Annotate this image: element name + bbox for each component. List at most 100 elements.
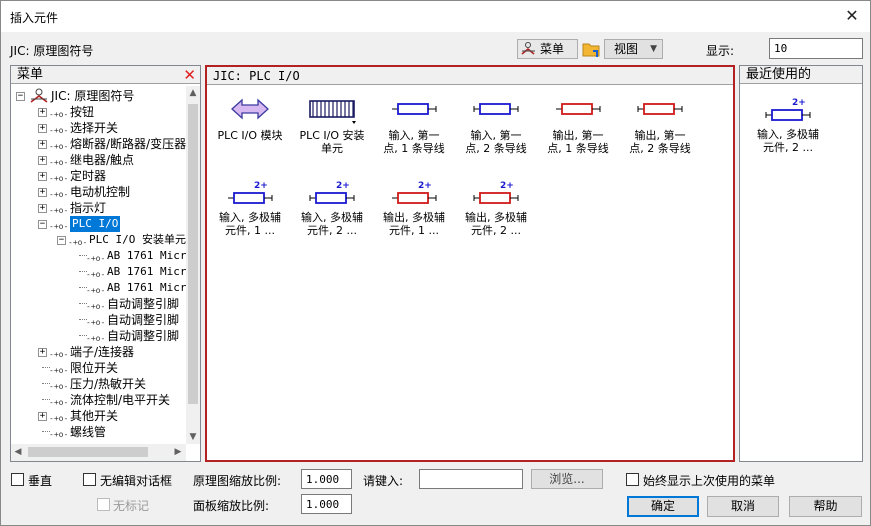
tree-item[interactable]: -+o- 自动调整引脚: [11, 296, 186, 312]
symbol-item-label: 输出, 多极辅 元件, 2 ...: [465, 211, 527, 237]
key-in-label: 请键入:: [363, 474, 404, 488]
cancel-button[interactable]: 取消: [707, 496, 779, 517]
menu-icon: [521, 42, 537, 56]
scroll-thumb[interactable]: [188, 104, 198, 404]
recent-list: 2+ 输入, 多极辅 元件, 2 ...: [740, 86, 862, 461]
panel-scale-input[interactable]: 1.000: [301, 494, 352, 514]
chevron-down-icon: ▼: [650, 44, 657, 54]
symbol-item-label: 输入, 第一 点, 2 条导线: [465, 129, 527, 155]
close-panel-icon[interactable]: ✕: [183, 66, 196, 84]
expand-icon[interactable]: +: [38, 108, 47, 117]
schematic-scale-input[interactable]: 1.000: [301, 469, 352, 489]
menu-tree: − JIC: 原理图符号 + -+o- 按钮 + -+o- 选择开关 + -+o- 熔断器/断路器/…: [11, 86, 186, 444]
tree-vertical-scrollbar[interactable]: ▲ ▼: [186, 86, 200, 444]
tree-item[interactable]: + -+o- 指示灯: [11, 200, 186, 216]
ok-button[interactable]: 确定: [627, 496, 699, 517]
tree-item[interactable]: -+o- 螺线管: [11, 424, 186, 440]
symbol-item[interactable]: 2+ 输出, 多极辅 元件, 2 ...: [455, 175, 537, 253]
symbol-item[interactable]: 输入, 第一 点, 2 条导线: [455, 93, 537, 171]
symbol-item[interactable]: PLC I/O 安装 单元: [291, 93, 373, 171]
symbol-gallery-panel: JIC: PLC I/O PLC I/O 模块 PLC I/O 安装 单元 输入, …: [205, 65, 735, 462]
symbol-item-label: 输入, 多极辅 元件, 2 ...: [301, 211, 363, 237]
collapse-icon[interactable]: −: [57, 236, 66, 245]
input-multipole-1-icon: 2+: [209, 179, 291, 212]
tree-item-label: 螺线管: [70, 425, 107, 439]
scroll-up-icon[interactable]: ▲: [186, 86, 200, 100]
expand-icon[interactable]: +: [38, 204, 47, 213]
tree-item[interactable]: + -+o- 选择开关: [11, 120, 186, 136]
no-tag-checkbox[interactable]: [97, 498, 110, 511]
scroll-left-icon[interactable]: ◀: [11, 445, 25, 459]
collapse-icon[interactable]: −: [38, 220, 47, 229]
tree-item[interactable]: − -+o- PLC I/O: [11, 216, 186, 232]
menu-tree-panel: 菜单 ✕ − JIC: 原理图符号 + -+o- 按钮 + -+o- 选择开关 + -+o- 熔断器…: [10, 65, 201, 462]
vertical-label: 垂直: [28, 474, 53, 488]
tree-item[interactable]: -+o- 压力/热敏开关: [11, 376, 186, 392]
tree-item[interactable]: -+o- 自动调整引脚: [11, 328, 186, 344]
symbol-item-label: 输出, 多极辅 元件, 1 ...: [383, 211, 445, 237]
tree-item[interactable]: + -+o- 端子/连接器: [11, 344, 186, 360]
always-show-last-menu-checkbox[interactable]: [626, 473, 639, 486]
tree-item[interactable]: + -+o- 继电器/触点: [11, 152, 186, 168]
tree-item[interactable]: -+o- AB 1761 Micro: [11, 248, 186, 264]
tree-item[interactable]: -+o- 流体控制/电平开关: [11, 392, 186, 408]
expand-icon[interactable]: +: [38, 348, 47, 357]
expand-icon[interactable]: +: [38, 172, 47, 181]
tree-item-label: 流体控制/电平开关: [70, 393, 171, 407]
symbol-item-label: 输入, 多极辅 元件, 1 ...: [219, 211, 281, 237]
panel-scale-label: 面板缩放比例:: [193, 499, 270, 513]
tree-item[interactable]: -+o- 自动调整引脚: [11, 312, 186, 328]
expand-icon[interactable]: +: [38, 124, 47, 133]
tree-item[interactable]: − -+o- PLC I/O 安装单元: [11, 232, 186, 248]
close-icon[interactable]: ✕: [840, 5, 864, 27]
tree-item[interactable]: + -+o- 其他开关: [11, 408, 186, 424]
vertical-checkbox[interactable]: [11, 473, 24, 486]
tree-item[interactable]: − JIC: 原理图符号: [11, 88, 186, 104]
tree-item-label: 自动调整引脚: [107, 313, 180, 327]
recently-used-panel: 最近使用的 2+ 输入, 多极辅 元件, 2 ...: [739, 65, 863, 462]
expand-icon[interactable]: +: [38, 156, 47, 165]
tree-item-label: 自动调整引脚: [107, 329, 180, 343]
symbol-item[interactable]: PLC I/O 模块: [209, 93, 291, 171]
collapse-icon[interactable]: −: [16, 92, 25, 101]
recent-item[interactable]: 2+ 输入, 多极辅 元件, 2 ...: [740, 92, 836, 170]
scroll-thumb-horizontal[interactable]: [28, 447, 148, 457]
display-label: 显示:: [706, 44, 735, 58]
menu-button[interactable]: 菜单: [517, 39, 578, 59]
display-count-input[interactable]: 10: [769, 38, 863, 59]
tree-item-label: 电动机控制: [70, 185, 131, 199]
no-edit-dialog-checkbox[interactable]: [83, 473, 96, 486]
expand-icon[interactable]: +: [38, 188, 47, 197]
tree-item[interactable]: -+o- AB 1761 Micro: [11, 264, 186, 280]
symbol-item[interactable]: 输出, 第一 点, 2 条导线: [619, 93, 701, 171]
tree-horizontal-scrollbar[interactable]: ◀ ▶: [11, 444, 186, 461]
expand-icon[interactable]: +: [38, 412, 47, 421]
folder-icon[interactable]: [581, 39, 601, 59]
tree-item-label: PLC I/O: [70, 216, 121, 232]
scroll-right-icon[interactable]: ▶: [171, 445, 185, 459]
symbol-item[interactable]: 2+ 输出, 多极辅 元件, 1 ...: [373, 175, 455, 253]
tree-item-label: AB 1761 Micro: [107, 249, 186, 262]
tree-item[interactable]: -+o- AB 1761 Micro: [11, 280, 186, 296]
key-in-input[interactable]: [419, 469, 523, 489]
tree-item[interactable]: + -+o- 定时器: [11, 168, 186, 184]
symbol-item-label: 输入, 第一 点, 1 条导线: [383, 129, 445, 155]
symbol-item[interactable]: 2+ 输入, 多极辅 元件, 2 ...: [291, 175, 373, 253]
tree-item[interactable]: -+o- 限位开关: [11, 360, 186, 376]
contact-symbol-icon: -+o-: [49, 430, 69, 439]
tree-item[interactable]: + -+o- 电动机控制: [11, 184, 186, 200]
tree-item[interactable]: + -+o- 熔断器/断路器/变压器: [11, 136, 186, 152]
insert-component-dialog: 插入元件 ✕ JIC: 原理图符号 菜单 视图 ▼ 显示: 10 菜单 ✕ − J…: [0, 0, 871, 526]
browse-button[interactable]: 浏览...: [531, 469, 603, 489]
tree-item-label: 指示灯: [70, 201, 107, 215]
symbol-item[interactable]: 输入, 第一 点, 1 条导线: [373, 93, 455, 171]
tree-item-label: 其他开关: [70, 409, 119, 423]
help-button[interactable]: 帮助: [789, 496, 862, 517]
view-dropdown[interactable]: 视图 ▼: [604, 39, 663, 59]
tree-item[interactable]: + -+o- 按钮: [11, 104, 186, 120]
symbol-item-label: 输出, 第一 点, 1 条导线: [547, 129, 609, 155]
scroll-down-icon[interactable]: ▼: [186, 430, 200, 444]
expand-icon[interactable]: +: [38, 140, 47, 149]
symbol-item[interactable]: 2+ 输入, 多极辅 元件, 1 ...: [209, 175, 291, 253]
symbol-item[interactable]: 输出, 第一 点, 1 条导线: [537, 93, 619, 171]
